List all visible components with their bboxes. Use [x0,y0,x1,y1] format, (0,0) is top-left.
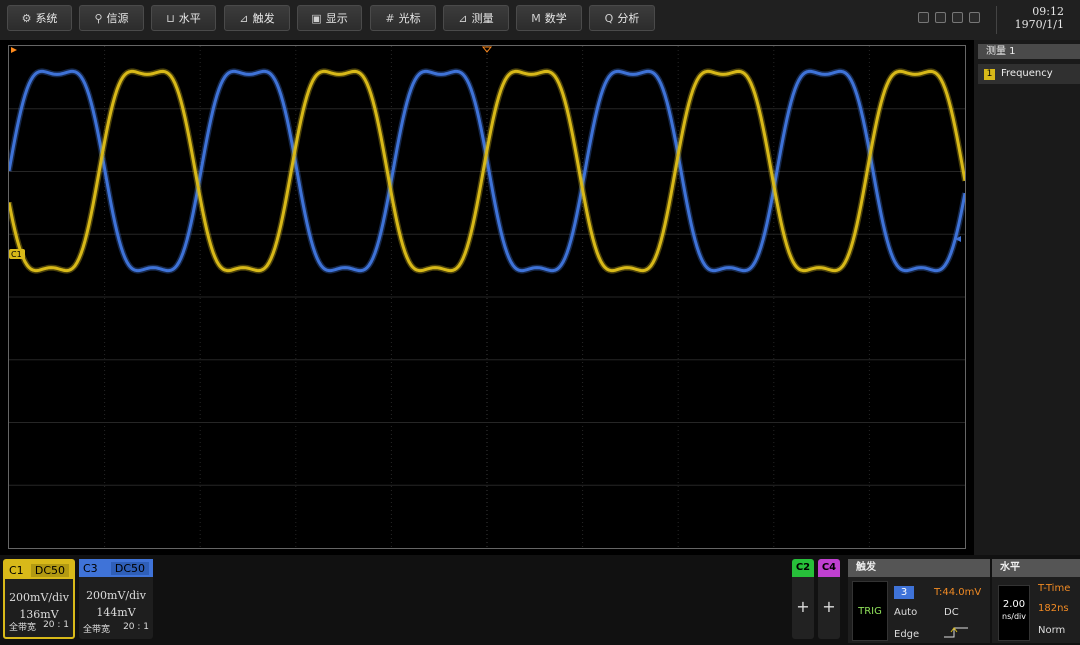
measurement-source-badge: 1 [984,68,995,80]
source-icon: ⚲ [94,11,103,25]
trigger-position-marker [481,46,493,53]
c2-tab-label: C2 [792,559,814,577]
measurement-item-frequency[interactable]: 1 Frequency [978,64,1080,84]
pretrigger-marker [11,47,17,53]
c1-scale: 200mV/div [9,591,69,604]
timebase-value: 2.00 [1002,599,1026,610]
rising-edge-icon [944,627,968,638]
source-menu-button[interactable]: ⚲ 信源 [79,5,144,31]
trigger-coupling: DC [944,607,959,618]
trigger-type: Edge [894,629,920,640]
acquisition-mode: Norm [1038,625,1066,636]
measure-label: 测量 [471,12,494,25]
c1-footer: 全带宽 20 : 1 [9,620,69,633]
measurement-header[interactable]: 测量 1 [978,44,1080,59]
channel-card-c3[interactable]: C3 DC50 200mV/div 144mV 全带宽 20 : 1 [79,559,153,639]
analysis-menu-button[interactable]: Q 分析 [589,5,655,31]
c4-tab-label: C4 [818,559,840,577]
clock-time: 09:12 [1032,5,1064,18]
display-menu-button[interactable]: ▣ 显示 [297,5,362,31]
c3-probe: 20 : 1 [123,622,149,632]
waveform-display[interactable]: C1 [8,45,966,549]
display-icon: ▣ [311,11,322,25]
bottom-bar: C1 DC50 200mV/div 136mV 全带宽 20 : 1 C3 DC… [0,555,1080,645]
c1-ground-marker-label: C1 [11,250,22,259]
clock-date: 1970/1/1 [1014,18,1064,31]
status-icons [918,12,980,23]
system-menu-button[interactable]: ⚙ 系统 [7,5,72,31]
measure-icon: ⊿ [458,11,468,25]
source-label: 信源 [106,12,129,25]
trigger-menu-button[interactable]: ⊿ 触发 [224,5,290,31]
horizontal-label: 水平 [178,12,201,25]
c3-coupling: DC50 [110,561,149,575]
math-menu-button[interactable]: M 数学 [516,5,582,31]
trigger-label: 触发 [252,12,275,25]
trigger-source-badge: 3 [894,586,914,599]
waveform-graticule: C1 [9,46,965,548]
status-icon-2 [935,12,946,23]
c1-coupling: DC50 [30,563,69,577]
display-label: 显示 [325,12,348,25]
horizontal-header: 水平 [992,559,1080,577]
c1-header: C1 DC50 [5,561,73,579]
analysis-icon: Q [604,11,614,25]
cursor-label: 光标 [398,12,421,25]
horizontal-icon: ⊔ [166,11,175,25]
horizontal-menu-button[interactable]: ⊔ 水平 [151,5,216,31]
c1-name: C1 [9,563,24,577]
analysis-label: 分析 [617,12,640,25]
trigger-status-badge: TRIG [852,581,888,641]
c1-probe: 20 : 1 [43,620,69,630]
status-icon-3 [952,12,963,23]
trigger-icon: ⊿ [239,11,249,25]
trigger-header: 触发 [848,559,990,577]
c1-bandwidth: 全带宽 [9,623,37,633]
status-icon-1 [918,12,929,23]
add-channel-c2-button[interactable]: C2 + [792,559,814,639]
timebase-box: 2.00 ns/div [998,585,1030,641]
c3-offset: 144mV [96,606,136,619]
cursor-icon: # [385,11,395,25]
time-reference-label: T-Time [1038,583,1071,594]
channel-card-c1[interactable]: C1 DC50 200mV/div 136mV 全带宽 20 : 1 [3,559,75,639]
horizontal-panel[interactable]: 水平 2.00 ns/div T-Time 182ns Norm [992,559,1080,643]
system-icon: ⚙ [21,11,32,25]
clock-divider [996,6,997,34]
timebase-unit: ns/div [1002,612,1026,621]
measurement-name: Frequency [1001,68,1053,79]
top-toolbar: ⚙ 系统 ⚲ 信源 ⊔ 水平 ⊿ 触发 ▣ 显示 # 光标 ⊿ 测量 M 数学 Q 分析 09:12 1970/1… [0,0,1080,40]
trigger-level: T:44.0mV [934,587,982,598]
measurement-panel: 测量 1 1 Frequency [974,40,1080,555]
cursor-menu-button[interactable]: # 光标 [370,5,436,31]
time-reference-value: 182ns [1038,603,1069,614]
status-icon-4 [969,12,980,23]
c3-bandwidth: 全带宽 [83,625,111,635]
c3-scale: 200mV/div [86,589,146,602]
trigger-panel[interactable]: 触发 TRIG 3 T:44.0mV Auto DC Edge [848,559,990,643]
plus-icon: + [822,597,836,616]
system-label: 系统 [35,12,58,25]
c3-name: C3 [83,561,98,575]
measure-menu-button[interactable]: ⊿ 测量 [443,5,509,31]
clock: 09:12 1970/1/1 [1015,5,1064,31]
c3-footer: 全带宽 20 : 1 [83,622,149,635]
plus-icon: + [796,597,810,616]
add-channel-c4-button[interactable]: C4 + [818,559,840,639]
math-icon: M [531,11,541,25]
math-label: 数学 [544,12,567,25]
c3-header: C3 DC50 [79,559,153,577]
trigger-mode: Auto [894,607,918,618]
